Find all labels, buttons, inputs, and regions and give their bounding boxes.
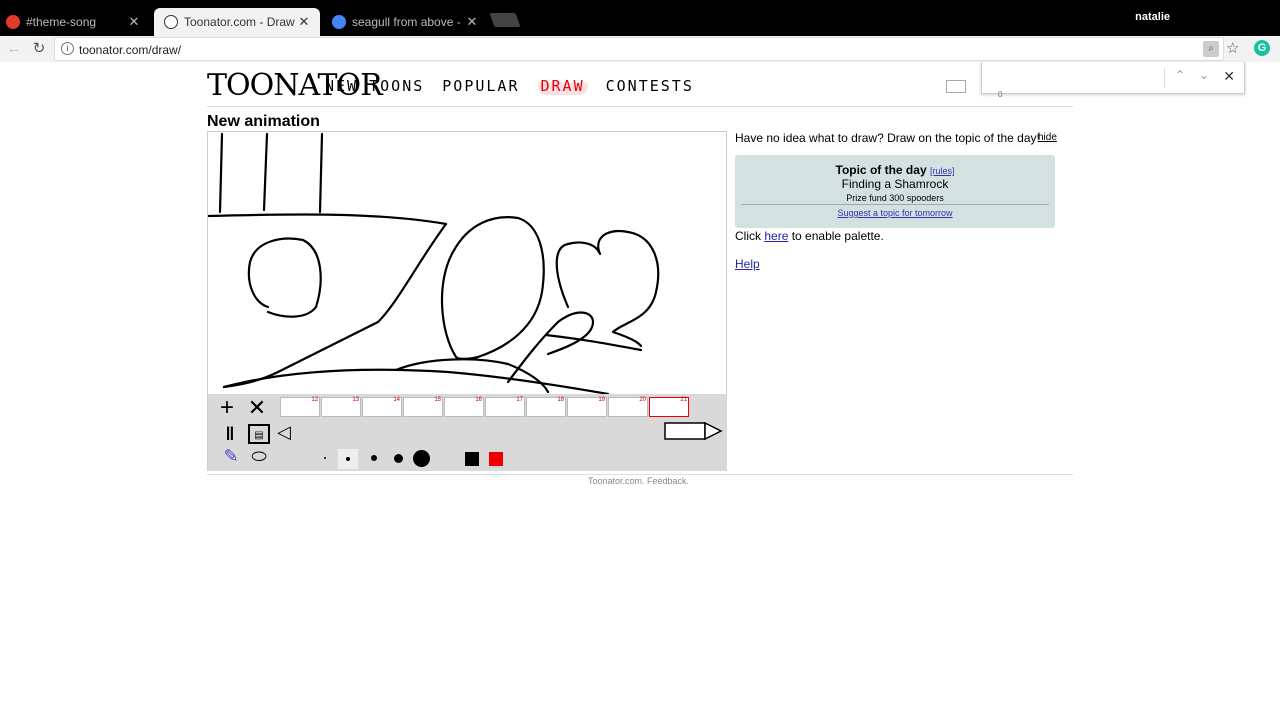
tab-title: #theme-song — [26, 15, 97, 29]
nav-draw[interactable]: DRAW — [537, 77, 588, 95]
frame-number: 16 — [475, 397, 482, 403]
nav-popular[interactable]: POPULAR — [442, 77, 519, 95]
pencil-icon[interactable]: ✎ — [220, 446, 242, 466]
nav-contests[interactable]: CONTESTS — [606, 77, 694, 95]
mail-icon[interactable] — [946, 80, 966, 93]
save-icon[interactable]: ▤ — [248, 424, 270, 444]
find-next-icon[interactable]: ⌄ — [1199, 68, 1209, 82]
tab-theme-song[interactable]: #theme-song ✕ — [0, 8, 150, 36]
close-tab-icon[interactable]: ✕ — [126, 14, 142, 30]
address-bar[interactable]: i toonator.com/draw/ ⌕ — [54, 37, 1224, 61]
grammarly-extension-icon[interactable]: G — [1254, 40, 1270, 56]
frame-number: 12 — [311, 397, 318, 403]
topic-of-day-box: Topic of the day [rules] Finding a Shamr… — [735, 155, 1055, 228]
frame-number: 14 — [393, 397, 400, 403]
brush-size-3[interactable] — [371, 455, 377, 461]
discord-favicon-icon — [6, 15, 20, 29]
info-icon[interactable]: i — [61, 42, 74, 55]
tool-panel: + ✕ ‖ ▤ ◁ ✎ ⬭ 12 13 14 15 16 17 18 19 20… — [208, 394, 727, 471]
prize-fund: Prize fund 300 spooders — [846, 193, 944, 203]
frame-number: 18 — [557, 397, 564, 403]
find-bar: ⌃ ⌄ ✕ — [981, 62, 1245, 94]
play-icon[interactable] — [663, 420, 725, 444]
toonator-favicon-icon — [164, 15, 178, 29]
frame-thumbnail-current[interactable]: 21 — [649, 397, 689, 417]
profile-name[interactable]: natalie — [1135, 11, 1170, 23]
rules-link[interactable]: [rules] — [930, 166, 955, 176]
topic-hint: Have no idea what to draw? Draw on the t… — [735, 131, 1040, 145]
google-favicon-icon — [332, 15, 346, 29]
delete-frame-icon[interactable]: ✕ — [246, 397, 268, 419]
page-title: New animation — [207, 113, 320, 130]
frame-thumbnail[interactable]: 14 — [362, 397, 402, 417]
brush-size-1[interactable] — [324, 457, 326, 459]
palette-post: to enable palette. — [791, 229, 884, 243]
frame-thumbnail[interactable]: 17 — [485, 397, 525, 417]
help-link[interactable]: Help — [735, 257, 760, 271]
main-nav: NEW TOONS POPULAR DRAW CONTESTS — [325, 77, 694, 95]
topic-label: Topic of the day — [835, 163, 927, 177]
url-text: toonator.com/draw/ — [79, 43, 182, 57]
topic-name: Finding a Shamrock — [841, 177, 949, 191]
mail-count: 0 — [998, 90, 1003, 99]
add-frame-icon[interactable]: + — [216, 396, 238, 420]
frame-thumbnail[interactable]: 20 — [608, 397, 648, 417]
frame-thumbnail[interactable]: 18 — [526, 397, 566, 417]
bookmark-star-icon[interactable]: ☆ — [1226, 39, 1239, 57]
hide-link[interactable]: hide — [1038, 132, 1057, 143]
header-divider — [207, 106, 1073, 107]
frame-thumbnail[interactable]: 13 — [321, 397, 361, 417]
enable-palette-link[interactable]: here — [764, 229, 788, 243]
find-bar-divider — [1164, 68, 1165, 88]
tab-toonator[interactable]: Toonator.com - Draw animations ✕ — [154, 8, 320, 36]
footer-divider — [207, 474, 1073, 475]
tab-title: seagull from above - Google Search — [352, 15, 464, 29]
drawing-canvas[interactable] — [208, 132, 727, 394]
frame-number: 15 — [434, 397, 441, 403]
palette-pre: Click — [735, 229, 761, 243]
color-black[interactable] — [465, 452, 479, 466]
close-tab-icon[interactable]: ✕ — [464, 14, 480, 30]
close-tab-icon[interactable]: ✕ — [296, 14, 312, 30]
pause-icon[interactable]: ‖ — [220, 424, 240, 444]
frame-thumbnail[interactable]: 19 — [567, 397, 607, 417]
tab-google-search[interactable]: seagull from above - Google Search ✕ — [322, 8, 488, 36]
brush-size-2-selected[interactable] — [338, 449, 358, 469]
browser-toolbar: ← ↻ i toonator.com/draw/ ⌕ ☆ — [0, 36, 1280, 62]
footer-text[interactable]: Toonator.com. Feedback. — [588, 476, 689, 486]
find-previous-icon[interactable]: ⌃ — [1175, 68, 1185, 82]
suggest-topic-link[interactable]: Suggest a topic for tomorrow — [735, 208, 1055, 218]
tab-title: Toonator.com - Draw animations — [184, 15, 296, 29]
eraser-icon[interactable]: ⬭ — [248, 446, 270, 466]
new-tab-button[interactable] — [489, 13, 521, 27]
frame-thumbnail[interactable]: 15 — [403, 397, 443, 417]
palette-hint: Click here to enable palette. — [735, 229, 884, 243]
find-close-icon[interactable]: ✕ — [1223, 68, 1235, 85]
frame-number: 20 — [639, 397, 646, 403]
frame-number: 13 — [352, 397, 359, 403]
brush-size-4[interactable] — [394, 454, 403, 463]
play-reverse-icon[interactable]: ◁ — [275, 422, 293, 442]
topic-divider — [741, 204, 1049, 205]
color-red[interactable] — [489, 452, 503, 466]
frame-thumbnail[interactable]: 16 — [444, 397, 484, 417]
nav-new-toons[interactable]: NEW TOONS — [325, 77, 424, 95]
frame-number: 21 — [680, 397, 687, 403]
frame-thumbnail[interactable]: 12 — [280, 397, 320, 417]
tab-strip: #theme-song ✕ Toonator.com - Draw animat… — [0, 0, 1280, 36]
brush-size-5[interactable] — [413, 450, 430, 467]
back-arrow-icon[interactable]: ← — [4, 39, 24, 59]
frame-number: 19 — [598, 397, 605, 403]
reload-icon[interactable]: ↻ — [29, 39, 49, 59]
animation-editor: + ✕ ‖ ▤ ◁ ✎ ⬭ 12 13 14 15 16 17 18 19 20… — [207, 131, 727, 471]
zoom-icon[interactable]: ⌕ — [1203, 41, 1219, 57]
frame-number: 17 — [516, 397, 523, 403]
